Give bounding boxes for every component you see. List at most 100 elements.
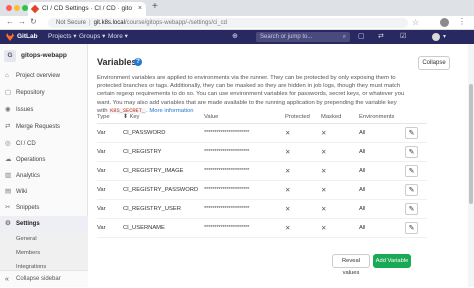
column-key[interactable]: ⬍ Key	[123, 114, 139, 120]
nav-more[interactable]: More ▾	[108, 30, 128, 44]
masked-x-icon: ✕	[321, 168, 327, 175]
masked-x-icon: ✕	[321, 149, 327, 156]
sidebar-item-analytics[interactable]: ▥ Analytics	[0, 168, 88, 184]
issues-icon[interactable]: ▢	[358, 30, 365, 44]
gitlab-logo-icon[interactable]	[6, 33, 14, 41]
edit-pencil-icon[interactable]: ✎	[405, 222, 418, 234]
row-value: **********************	[204, 187, 250, 193]
url-host: git.k8s.local	[93, 20, 125, 26]
project-header[interactable]: G gitops-webapp	[4, 50, 84, 62]
gitlab-header: GitLab Projects ▾ Groups ▾ More ▾ ⊕ Sear…	[0, 30, 474, 44]
reveal-values-button[interactable]: Reveal values	[332, 254, 370, 276]
column-type: Type	[97, 114, 110, 120]
row-key: CI_REGISTRY	[123, 149, 162, 155]
table-row: Var CI_USERNAME ********************** ✕…	[97, 219, 427, 238]
masked-x-icon: ✕	[321, 130, 327, 137]
row-type: Var	[97, 225, 106, 231]
row-type: Var	[97, 206, 106, 212]
row-env: All	[359, 206, 366, 212]
sidebar-item-operations[interactable]: ☁ Operations	[0, 152, 88, 168]
cloud-icon: ☁	[5, 156, 12, 163]
url-field[interactable]: Not Secure | git.k8s.local/course/gitops-w…	[48, 18, 408, 28]
protected-x-icon: ✕	[285, 206, 291, 213]
row-type: Var	[97, 130, 106, 136]
scroll-thumb[interactable]	[469, 84, 473, 204]
plus-icon[interactable]: ⊕	[232, 30, 238, 44]
new-tab-button[interactable]: +	[152, 1, 158, 12]
add-variable-button[interactable]: Add Variable	[373, 254, 411, 268]
row-type: Var	[97, 187, 106, 193]
sidebar-item-merge-requests[interactable]: ⇄ Merge Requests	[0, 119, 88, 135]
row-key: CI_PASSWORD	[123, 130, 166, 136]
sidebar-item-project-overview[interactable]: ⌂ Project overview	[0, 68, 88, 84]
home-icon: ⌂	[5, 72, 9, 79]
row-key: CI_REGISTRY_USER	[123, 206, 181, 212]
tab-title: CI / CD Settings · CI / CD · gito	[42, 5, 132, 12]
sidebar-subitem-general[interactable]: General	[0, 232, 88, 246]
edit-pencil-icon[interactable]: ✎	[405, 146, 418, 158]
column-masked: Masked	[321, 114, 342, 120]
row-env: All	[359, 130, 366, 136]
protected-x-icon: ✕	[285, 187, 291, 194]
book-icon: ▤	[5, 188, 12, 195]
protected-x-icon: ✕	[285, 149, 291, 156]
gitlab-brand[interactable]: GitLab	[17, 30, 38, 44]
chart-icon: ▥	[5, 172, 12, 179]
collapse-button[interactable]: Collapse	[418, 56, 450, 70]
url-path: /course/gitops-webapp/-/settings/ci_cd	[124, 20, 227, 26]
collapse-sidebar-button[interactable]: «Collapse sidebar	[0, 270, 88, 287]
sidebar-item-settings[interactable]: ⚙ Settings	[0, 216, 88, 232]
project-name: gitops-webapp	[21, 52, 67, 59]
sidebar-item-issues[interactable]: ◉ Issues	[0, 102, 88, 118]
edit-pencil-icon[interactable]: ✎	[405, 127, 418, 139]
chevron-down-icon[interactable]: ▾	[443, 30, 446, 44]
sidebar-subitem-members[interactable]: Members	[0, 246, 88, 260]
edit-pencil-icon[interactable]: ✎	[405, 184, 418, 196]
back-arrow-icon[interactable]: ←	[6, 17, 14, 26]
table-row: Var CI_REGISTRY_PASSWORD ***************…	[97, 181, 427, 200]
table-row: Var CI_REGISTRY ********************** ✕…	[97, 143, 427, 162]
question-icon[interactable]: ?	[134, 58, 142, 66]
row-value: **********************	[204, 206, 250, 212]
sidebar-item-repository[interactable]: ▢ Repository	[0, 85, 88, 101]
nav-groups[interactable]: Groups ▾	[79, 30, 105, 44]
scrollbar[interactable]	[468, 44, 474, 287]
project-sidebar: G gitops-webapp ⌂ Project overview ▢ Repos…	[0, 44, 88, 287]
project-avatar: G	[4, 50, 16, 62]
row-env: All	[359, 149, 366, 155]
edit-pencil-icon[interactable]: ✎	[405, 165, 418, 177]
table-row: Var CI_PASSWORD ********************** ✕…	[97, 124, 427, 143]
protected-x-icon: ✕	[285, 225, 291, 232]
browser-tab[interactable]: CI / CD Settings · CI / CD · gito ×	[28, 2, 146, 16]
row-value: **********************	[204, 168, 250, 174]
sidebar-item-wiki[interactable]: ▤ Wiki	[0, 184, 88, 200]
search-input[interactable]: Search or jump to... ⌕	[256, 32, 350, 42]
row-type: Var	[97, 149, 106, 155]
table-row: Var CI_REGISTRY_USER *******************…	[97, 200, 427, 219]
browser-menu-icon[interactable]: ⋮	[458, 17, 466, 26]
masked-x-icon: ✕	[321, 187, 327, 194]
user-avatar[interactable]	[432, 33, 440, 41]
merge-request-icon: ⇄	[5, 123, 11, 130]
sidebar-item-ci-cd[interactable]: ◎ CI / CD	[0, 136, 88, 152]
todos-icon[interactable]: ☑	[400, 30, 406, 44]
issues-icon: ◉	[5, 106, 11, 113]
tab-close-icon[interactable]: ×	[138, 2, 142, 16]
table-header: Type ⬍ Key Value Protected Masked Enviro…	[97, 112, 427, 124]
minimize-window-button[interactable]	[14, 5, 20, 11]
forward-arrow-icon[interactable]: →	[18, 17, 26, 26]
sidebar-item-snippets[interactable]: ✂ Snippets	[0, 200, 88, 216]
address-bar-row: ← → ↻ Not Secure | git.k8s.local/course/gi…	[0, 16, 474, 30]
browser-profile-avatar[interactable]	[440, 18, 449, 27]
row-env: All	[359, 168, 366, 174]
edit-pencil-icon[interactable]: ✎	[405, 203, 418, 215]
reload-icon[interactable]: ↻	[30, 17, 37, 26]
close-window-button[interactable]	[6, 5, 12, 11]
column-protected: Protected	[285, 114, 310, 120]
row-key: CI_USERNAME	[123, 225, 165, 231]
nav-projects[interactable]: Projects ▾	[48, 30, 77, 44]
bookmark-star-icon[interactable]: ☆	[412, 18, 419, 27]
repository-icon: ▢	[5, 89, 12, 96]
merge-requests-icon[interactable]: ⇄	[378, 30, 384, 44]
row-key: CI_REGISTRY_IMAGE	[123, 168, 184, 174]
